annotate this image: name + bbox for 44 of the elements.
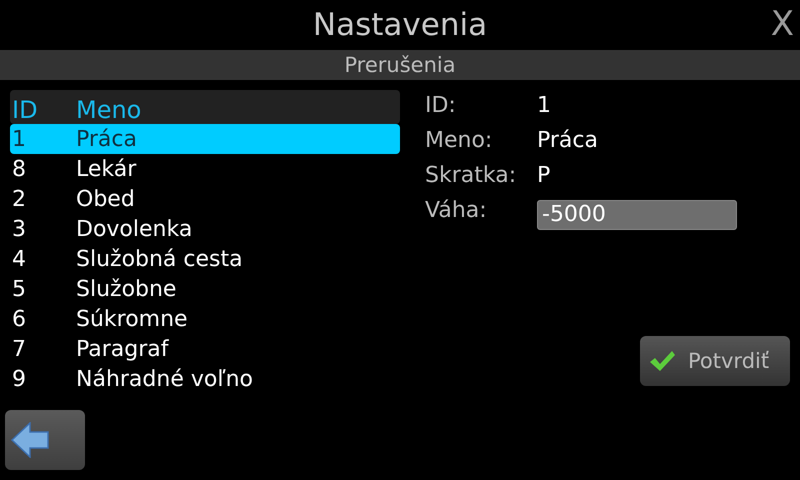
- list-item[interactable]: 6 Súkromne: [10, 304, 400, 334]
- item-name: Práca: [76, 126, 137, 152]
- item-name: Služobná cesta: [76, 246, 243, 272]
- item-id: 3: [11, 216, 27, 242]
- item-name: Náhradné voľno: [76, 366, 253, 392]
- item-name: Súkromne: [76, 306, 188, 332]
- item-name: Paragraf: [76, 336, 169, 362]
- item-name: Dovolenka: [76, 216, 192, 242]
- field-label: Váha:: [425, 198, 488, 223]
- item-name: Služobne: [76, 276, 176, 302]
- window-title: Nastavenia: [312, 7, 488, 43]
- field-value: 1: [537, 93, 551, 118]
- back-button[interactable]: [5, 410, 85, 470]
- section-bar: Prerušenia: [0, 50, 800, 80]
- item-id: 8: [11, 156, 27, 182]
- checkmark-icon: [648, 349, 676, 373]
- item-id: 5: [11, 276, 27, 302]
- list-item[interactable]: 1 Práca: [10, 124, 400, 154]
- list-item[interactable]: 8 Lekár: [10, 154, 400, 184]
- close-button[interactable]: X: [770, 4, 794, 44]
- back-arrow-icon: [11, 422, 49, 458]
- weight-input[interactable]: -5000: [537, 200, 737, 230]
- column-header: Meno: [76, 96, 142, 124]
- list-item[interactable]: 5 Služobne: [10, 274, 400, 304]
- list-item[interactable]: 7 Paragraf: [10, 334, 400, 364]
- item-id: 1: [11, 126, 27, 152]
- list-item[interactable]: 3 Dovolenka: [10, 214, 400, 244]
- item-name: Lekár: [76, 156, 136, 182]
- field-value: Práca: [537, 128, 598, 153]
- field-label: Meno:: [425, 128, 494, 153]
- confirm-button[interactable]: Potvrdiť: [640, 336, 790, 386]
- item-id: 2: [11, 186, 27, 212]
- field-value: P: [537, 163, 550, 188]
- item-name: Obed: [76, 186, 135, 212]
- item-id: 4: [11, 246, 27, 272]
- column-header: ID: [11, 96, 39, 124]
- list-item[interactable]: 9 Náhradné voľno: [10, 364, 400, 394]
- field-label: Skratka:: [425, 163, 518, 188]
- list-item[interactable]: 4 Služobná cesta: [10, 244, 400, 274]
- field-label: ID:: [425, 93, 457, 118]
- item-id: 7: [11, 336, 27, 362]
- item-id: 6: [11, 306, 27, 332]
- item-id: 9: [11, 366, 27, 392]
- list-item[interactable]: 2 Obed: [10, 184, 400, 214]
